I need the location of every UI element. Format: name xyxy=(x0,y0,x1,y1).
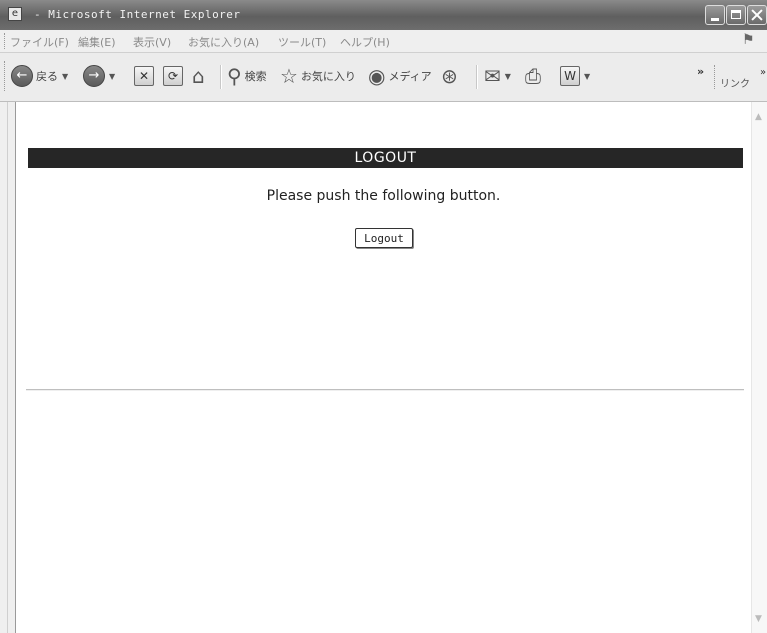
back-dropdown-icon[interactable]: ▼ xyxy=(62,72,68,81)
menu-help[interactable]: ヘルプ(H) xyxy=(340,34,390,50)
logout-instruction: Please push the following button. xyxy=(266,188,501,204)
toolbar-separator xyxy=(476,65,478,89)
standard-toolbar: ← 戻る ▼ → ▼ ✕ ⟳ ⌂ ⚲ 検索 ☆ お気に入り ◉ メディア ⊛ ✉… xyxy=(0,53,767,102)
media-button[interactable]: ◉ メディア xyxy=(368,63,432,89)
links-overflow-icon[interactable]: » xyxy=(760,67,766,78)
home-icon: ⌂ xyxy=(192,64,205,88)
close-button[interactable] xyxy=(747,5,767,25)
logout-banner: LOGOUT xyxy=(28,148,743,168)
favorites-star-icon: ☆ xyxy=(280,64,298,88)
refresh-button[interactable]: ⟳ xyxy=(163,63,183,89)
favorites-button[interactable]: ☆ お気に入り xyxy=(280,63,356,89)
edit-dropdown-icon[interactable]: ▼ xyxy=(584,72,590,81)
media-icon: ◉ xyxy=(368,64,386,88)
menu-tools[interactable]: ツール(T) xyxy=(278,34,326,50)
mail-button[interactable]: ✉ ▼ xyxy=(484,63,511,89)
scroll-up-arrow-icon[interactable]: ▲ xyxy=(755,112,762,122)
browser-window: e - Microsoft Internet Explorer ファイル(F) … xyxy=(0,0,767,633)
menu-edit[interactable]: 編集(E) xyxy=(78,34,116,50)
favorites-label: お気に入り xyxy=(300,70,356,83)
history-icon: ⊛ xyxy=(441,64,458,88)
windows-logo-icon: ⚑ xyxy=(742,32,755,48)
search-icon: ⚲ xyxy=(227,64,242,88)
search-button[interactable]: ⚲ 検索 xyxy=(227,63,267,89)
print-icon: ⎙ xyxy=(525,64,541,88)
vertical-scrollbar[interactable]: ▲ ▼ xyxy=(751,102,767,633)
home-button[interactable]: ⌂ xyxy=(192,63,205,89)
links-label[interactable]: リンク xyxy=(720,75,750,90)
forward-dropdown-icon[interactable]: ▼ xyxy=(109,72,115,81)
stop-icon: ✕ xyxy=(134,66,154,86)
horizontal-rule xyxy=(26,389,744,391)
back-label: 戻る xyxy=(36,70,58,83)
menu-view[interactable]: 表示(V) xyxy=(133,34,171,50)
ie-page-icon: e xyxy=(8,7,22,21)
stop-button[interactable]: ✕ xyxy=(134,63,154,89)
mail-icon: ✉ xyxy=(484,64,501,88)
edit-button[interactable]: W ▼ xyxy=(560,63,590,89)
logout-button[interactable]: Logout xyxy=(355,228,413,248)
toolbar-separator xyxy=(220,65,222,89)
links-grip xyxy=(714,65,717,89)
menu-favorites[interactable]: お気に入り(A) xyxy=(188,34,259,50)
toolbar-grip xyxy=(4,61,7,91)
title-bar: e - Microsoft Internet Explorer xyxy=(0,0,767,30)
menu-file[interactable]: ファイル(F) xyxy=(10,34,69,50)
search-label: 検索 xyxy=(244,70,267,83)
mail-dropdown-icon[interactable]: ▼ xyxy=(505,72,511,81)
refresh-icon: ⟳ xyxy=(163,66,183,86)
back-button[interactable]: ← 戻る ▼ xyxy=(11,63,68,89)
menu-grip xyxy=(4,33,7,49)
window-title: - Microsoft Internet Explorer xyxy=(34,8,241,21)
menu-bar: ファイル(F) 編集(E) 表示(V) お気に入り(A) ツール(T) ヘルプ(… xyxy=(0,30,767,53)
window-left-border xyxy=(0,102,15,633)
forward-icon: → xyxy=(83,65,105,87)
minimize-button[interactable] xyxy=(705,5,725,25)
scroll-down-arrow-icon[interactable]: ▼ xyxy=(755,614,762,624)
toolbar-overflow-chevron-icon[interactable]: » xyxy=(697,65,704,78)
forward-button[interactable]: → ▼ xyxy=(83,63,115,89)
edit-word-icon: W xyxy=(560,66,580,86)
maximize-button[interactable] xyxy=(726,5,746,25)
media-label: メディア xyxy=(388,70,432,83)
print-button[interactable]: ⎙ xyxy=(525,63,541,89)
history-button[interactable]: ⊛ xyxy=(441,63,458,89)
back-icon: ← xyxy=(11,65,33,87)
page-content: LOGOUT Please push the following button.… xyxy=(15,102,751,633)
